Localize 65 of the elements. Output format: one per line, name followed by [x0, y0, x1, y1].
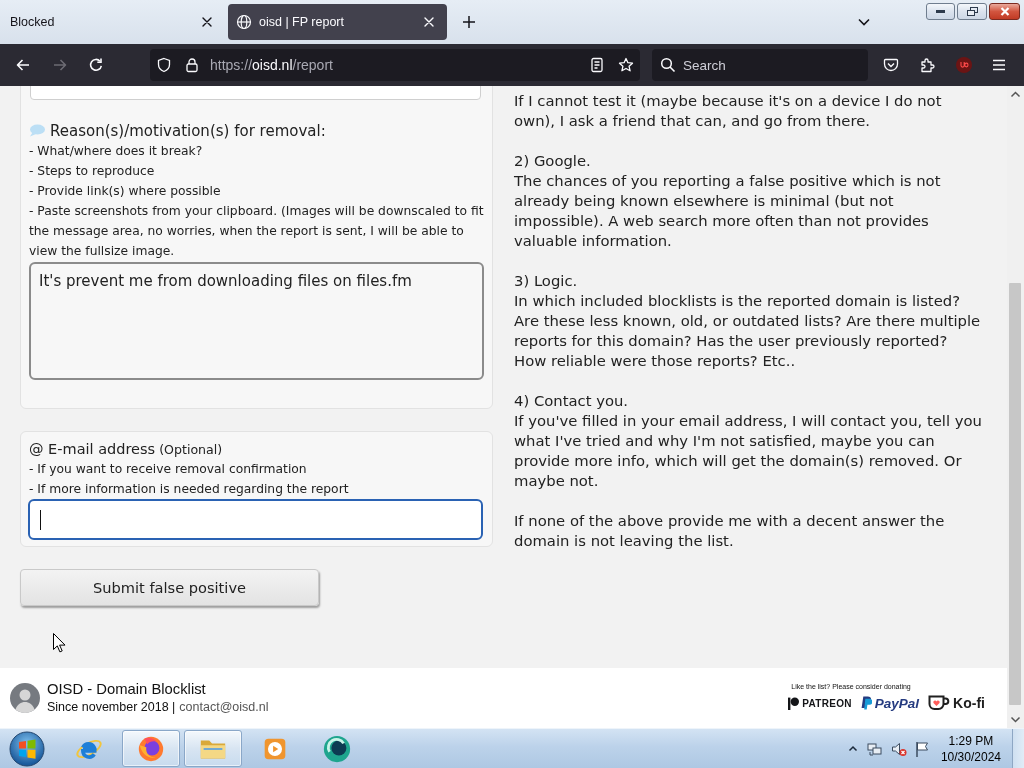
minimize-icon: [936, 10, 945, 13]
patreon-icon: [788, 696, 800, 710]
since-text: Since november 2018 |: [47, 699, 176, 716]
volume-muted-icon[interactable]: [890, 740, 907, 757]
close-window-button[interactable]: [989, 3, 1020, 20]
paypal-icon: [860, 696, 872, 710]
contact-link[interactable]: contact@oisd.nl: [179, 698, 269, 716]
circle-badge-icon[interactable]: [956, 57, 972, 73]
clock-time: 1:29 PM: [948, 732, 994, 749]
tab[interactable]: oisd | FP report: [228, 4, 447, 40]
hint-text: - Provide link(s) where possible: [29, 183, 222, 200]
hint-text: - If more information is needed regarding the report: [29, 481, 350, 498]
restore-icon: [966, 7, 978, 16]
minimize-button[interactable]: [926, 3, 955, 20]
back-arrow-icon[interactable]: [15, 57, 31, 73]
hint-text: - What/where does it break?: [29, 143, 204, 160]
address-bar[interactable]: https://oisd.nl/report: [150, 49, 640, 81]
paragraph: If you've filled in your email address, I will contact you, tell you what I've tried and why I'm not satisfied, maybe you can provide more info, which will get the domain(s) removed. Or maybe not.: [514, 411, 983, 491]
hint-text: - Paste screenshots from your clipboard. (Images will be downscaled to fit the message area, no worries, when the report is sent, I will be able to view the fullsize image.: [29, 203, 484, 260]
lock-icon[interactable]: [184, 57, 200, 73]
globe-icon: [236, 14, 252, 30]
speech-bubble-icon: [29, 124, 45, 137]
paragraph: The chances of you reporting a false positive which is not already being known elsewhere is minimal (but not impossible). A web search more often than not provides valuable information.: [514, 171, 942, 251]
tab[interactable]: Blocked: [0, 4, 225, 40]
start-button[interactable]: [9, 730, 45, 767]
email-input[interactable]: [28, 499, 483, 540]
search-icon: [660, 57, 676, 73]
restore-button[interactable]: [957, 3, 987, 20]
submit-button[interactable]: Submit false positive: [20, 569, 319, 606]
pointer-cursor-icon: [53, 633, 66, 653]
field-label: Reason(s)/motivation(s) for removal:: [50, 121, 326, 140]
kofi-link[interactable]: Ko-fi: [928, 695, 985, 711]
paypal-link[interactable]: PayPal: [860, 695, 920, 711]
chevron-box-icon[interactable]: [883, 57, 899, 73]
section-heading: 3) Logic.: [514, 271, 579, 291]
paragraph: If I cannot test it (maybe because it's on a device I do not own), I ask a friend that can, and go from there.: [514, 91, 943, 131]
heart-cup-icon: [928, 695, 951, 711]
paragraph: In which included blocklists is the reported domain is listed? Are these less known, old, or outdated lists? Are there multiple reports for this domain? Has the user previously reported? How reliable were those reports? Etc..: [514, 291, 982, 371]
close-icon: [999, 7, 1010, 16]
menu-icon[interactable]: [991, 57, 1007, 73]
shield-icon[interactable]: [156, 57, 172, 73]
section-heading: 4) Contact you.: [514, 391, 630, 411]
optional-note: (Optional): [159, 441, 223, 459]
star-icon[interactable]: [618, 57, 634, 73]
patreon-link[interactable]: PATREON: [788, 696, 852, 710]
taskbar-button[interactable]: [122, 730, 180, 767]
reader-view-icon[interactable]: [589, 57, 605, 73]
section-heading: 2) Google.: [514, 151, 592, 171]
hint-text: - If you want to receive removal confirmation: [29, 461, 308, 478]
paragraph: If none of the above provide me with a decent answer the domain is not leaving the list.: [514, 511, 946, 551]
clock-date: 10/30/2024: [940, 748, 1001, 765]
reason-textarea[interactable]: It's prevent me from downloading files on files.fm: [29, 262, 484, 380]
network-icon[interactable]: [866, 740, 883, 757]
flag-icon[interactable]: [914, 740, 929, 757]
swirl-circle-icon: [322, 733, 352, 764]
scrollbar-thumb[interactable]: [1009, 283, 1021, 705]
scroll-down-icon[interactable]: [1007, 711, 1024, 728]
search-field[interactable]: Search: [652, 49, 868, 81]
plus-icon[interactable]: [461, 14, 477, 30]
hint-text: - Steps to reproduce: [29, 163, 156, 180]
reload-icon[interactable]: [88, 57, 104, 73]
field-label: @ E-mail address: [29, 440, 156, 459]
avatar-icon: [10, 683, 40, 713]
puzzle-icon[interactable]: [920, 57, 936, 73]
site-title: OISD - Domain Blocklist: [47, 680, 207, 698]
